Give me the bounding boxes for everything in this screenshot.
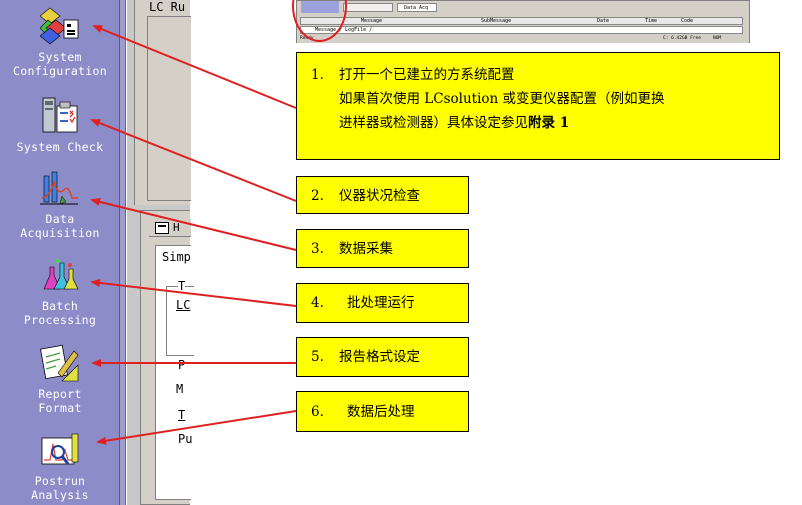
callout-4-number: 4. — [311, 295, 324, 311]
method-window-toolbar: H — [149, 219, 191, 237]
nav-batch-processing-label: Batch Processing — [23, 299, 97, 327]
lc-run-window-pane — [147, 16, 191, 201]
nav-postrun-analysis-button[interactable]: Postrun Analysis — [0, 430, 120, 505]
postrun-analysis-icon — [41, 433, 79, 465]
callout-6-text: 数据后处理 — [347, 404, 415, 420]
callout-1-line-1: 打开一个已建立的方系统配置 — [339, 67, 515, 83]
field-label-pu: Pu — [178, 432, 193, 446]
nav-system-check-label: System Check — [16, 140, 104, 154]
field-label-p: P — [178, 358, 186, 372]
thumbnail-col-date: Date — [597, 18, 610, 24]
field-label-t: T — [178, 408, 186, 422]
thumbnail-col-time: Time — [645, 18, 658, 24]
thumbnail-status-disk: C: 6.42GB Free — [663, 36, 701, 41]
data-acquisition-icon — [40, 171, 78, 205]
method-window: H Simp T LC P M T Pu — [140, 210, 194, 505]
method-window-form: Simp T LC P M T Pu — [155, 245, 194, 500]
field-label-m: M — [176, 382, 184, 396]
callout-6-number: 6. — [311, 404, 324, 420]
system-check-icon — [42, 97, 78, 133]
thumbnail-toolbar — [343, 3, 393, 12]
callout-2-number: 2. — [311, 188, 324, 204]
callout-4-text: 批处理运行 — [347, 295, 415, 311]
callout-1-number: 1. — [311, 67, 324, 83]
nav-system-check-button[interactable]: System Check — [0, 96, 120, 154]
callout-1-appendix: 附录 1 — [528, 115, 570, 131]
batch-processing-icon — [43, 259, 79, 290]
callout-6: 6. 数据后处理 — [296, 391, 469, 432]
method-window-tab[interactable]: H — [173, 221, 180, 234]
callout-3: 3. 数据采集 — [296, 229, 469, 268]
thumbnail-log-header: Message SubMessage Date Time Code — [300, 17, 743, 25]
nav-report-format-label: Report Format — [38, 387, 82, 415]
thumbnail-data-acq-tab: Data Acq — [397, 3, 437, 12]
thumbnail-status-bar: Ready C: 6.42GB Free NUM — [297, 35, 749, 43]
callout-2: 2. 仪器状况检查 — [296, 176, 469, 214]
settings-group — [166, 286, 194, 356]
lc-run-window-title: LC Ru — [149, 0, 186, 14]
callout-1-line-2: 如果首次使用 LCsolution 或变更仪器配置（例如更换 — [339, 91, 665, 107]
nav-scrollbar[interactable] — [120, 0, 126, 505]
thumbnail-col-submessage: SubMessage — [481, 18, 512, 24]
callout-4: 4. 批处理运行 — [296, 283, 469, 323]
nav-postrun-analysis-label: Postrun Analysis — [31, 474, 89, 502]
nav-system-configuration-button[interactable]: System Configuration — [0, 6, 120, 78]
settings-group-title: T — [178, 279, 186, 293]
nav-system-configuration-label: System Configuration — [13, 50, 107, 78]
nav-batch-processing-button[interactable]: Batch Processing — [0, 255, 120, 327]
lc-run-window: LC Ru — [134, 0, 191, 205]
callout-5-text: 报告格式设定 — [339, 349, 420, 365]
thumbnail-col-code: Code — [681, 18, 694, 24]
simple-settings-tab[interactable]: Simp — [162, 250, 191, 264]
nav-report-format-button[interactable]: Report Format — [0, 343, 120, 415]
nav-data-acquisition-label: Data Acquisition — [20, 212, 100, 240]
thumbnail-col-message: Message — [361, 18, 383, 24]
callout-2-text: 仪器状况检查 — [339, 188, 420, 204]
callout-1-line-3: 进样器或检测器）具体设定参见 — [339, 115, 528, 131]
callout-5: 5. 报告格式设定 — [296, 337, 469, 377]
screenshot-thumbnail: Data Acq Message SubMessage Date Time Co… — [296, 0, 750, 43]
thumbnail-status-mode: NUM — [713, 36, 722, 41]
thumbnail-log-tabs: Message / LogFile / — [300, 26, 743, 34]
nav-data-acquisition-button[interactable]: Data Acquisition — [0, 168, 120, 240]
navigation-bar: System Configuration System Check Data A… — [0, 0, 120, 505]
system-configuration-icon — [40, 7, 79, 45]
callout-3-text: 数据采集 — [339, 241, 393, 257]
callout-5-number: 5. — [311, 349, 324, 365]
callout-1: 1. 打开一个已建立的方系统配置 如果首次使用 LCsolution 或变更仪器… — [296, 52, 780, 160]
lc-settings-label: LC — [176, 298, 191, 312]
minimize-icon[interactable] — [155, 222, 169, 234]
callout-3-number: 3. — [311, 241, 324, 257]
report-format-icon — [40, 344, 79, 382]
